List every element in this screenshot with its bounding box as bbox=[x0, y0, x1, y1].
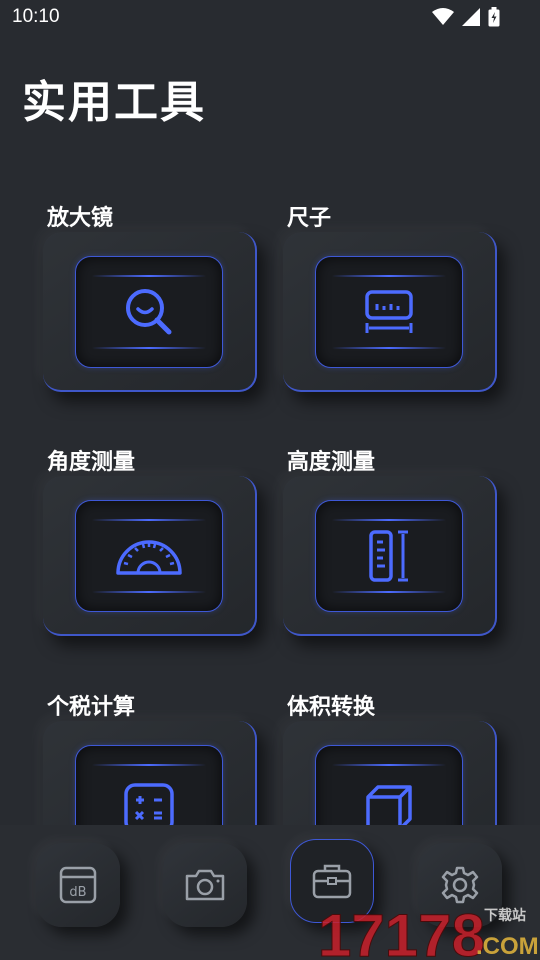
tool-inner-panel bbox=[75, 500, 223, 612]
nav-camera-button[interactable] bbox=[163, 843, 247, 927]
tool-card[interactable] bbox=[283, 476, 497, 636]
toolbox-icon bbox=[312, 864, 352, 899]
tool-card[interactable] bbox=[43, 476, 257, 636]
ruler-icon bbox=[365, 290, 413, 333]
tool-inner-panel bbox=[315, 500, 463, 612]
status-icons bbox=[432, 7, 500, 27]
tool-inner-panel bbox=[315, 256, 463, 368]
decibel-icon: dB bbox=[59, 866, 97, 904]
svg-text:17178: 17178 bbox=[318, 902, 485, 960]
battery-icon bbox=[488, 7, 500, 27]
tool-label: 角度测量 bbox=[47, 450, 136, 475]
magnifier-icon bbox=[126, 289, 172, 335]
status-time: 10:10 bbox=[12, 6, 60, 27]
tool-card[interactable] bbox=[43, 232, 257, 392]
wifi-icon bbox=[432, 8, 454, 25]
tool-inner-panel bbox=[75, 256, 223, 368]
cellular-signal-icon bbox=[462, 8, 480, 26]
protractor-icon bbox=[116, 540, 182, 575]
camera-icon bbox=[185, 869, 225, 901]
svg-text:下载站: 下载站 bbox=[484, 907, 526, 924]
status-bar: 10:10 bbox=[0, 0, 540, 36]
svg-text:dB: dB bbox=[69, 885, 86, 900]
tool-label: 尺子 bbox=[287, 206, 332, 231]
nav-decibel-button[interactable]: dB bbox=[36, 843, 120, 927]
tool-card[interactable] bbox=[283, 232, 497, 392]
tool-label: 个税计算 bbox=[47, 695, 136, 720]
tool-label: 体积转换 bbox=[287, 695, 376, 720]
tool-label: 高度测量 bbox=[287, 450, 376, 475]
svg-text:.COM: .COM bbox=[476, 933, 539, 960]
page-title: 实用工具 bbox=[22, 77, 206, 128]
height-ruler-icon bbox=[369, 530, 408, 582]
site-watermark-logo: 17178 .COM 下载站 bbox=[318, 902, 539, 960]
tool-label: 放大镜 bbox=[47, 206, 114, 231]
